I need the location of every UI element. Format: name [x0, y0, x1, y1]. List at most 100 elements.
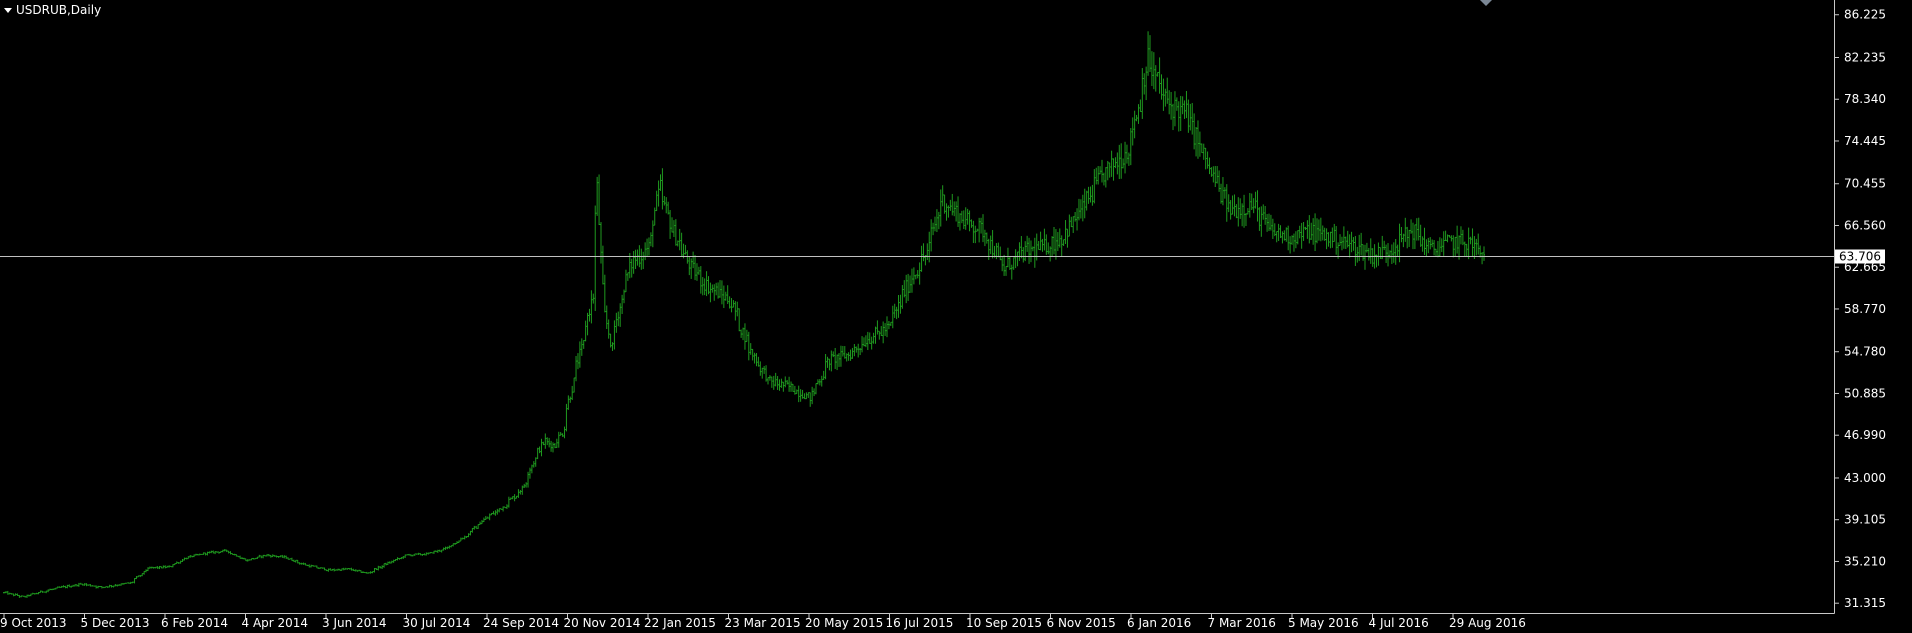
ohlc-bar [832, 351, 835, 358]
ohlc-bar [219, 550, 222, 553]
ohlc-bar [1152, 52, 1155, 90]
ohlc-bar [100, 586, 103, 589]
ohlc-bar [749, 343, 752, 355]
chart-title[interactable]: USDRUB,Daily [4, 2, 101, 18]
ohlc-bar [1379, 246, 1382, 259]
ohlc-bar [296, 559, 299, 564]
ohlc-bar [1141, 68, 1144, 119]
dropdown-arrow-icon[interactable] [4, 7, 12, 13]
ohlc-bar [43, 591, 46, 593]
ohlc-bar [1291, 235, 1294, 245]
ohlc-bar [713, 284, 716, 301]
ohlc-bar [392, 559, 395, 563]
ohlc-bar [6, 590, 9, 595]
ohlc-bar [711, 284, 714, 293]
ohlc-bar [590, 290, 593, 324]
ohlc-bar [763, 365, 766, 374]
ohlc-bar [1425, 239, 1428, 257]
ohlc-bar [10, 593, 13, 595]
ohlc-bar [459, 537, 462, 542]
ohlc-bar [217, 551, 220, 554]
ohlc-bar [1465, 243, 1468, 257]
time-tick-label: 20 Nov 2014 [564, 616, 641, 630]
ohlc-bar [1342, 226, 1345, 249]
ohlc-bar [298, 562, 301, 565]
ohlc-bar [1185, 90, 1188, 119]
ohlc-bar [649, 232, 652, 247]
ohlc-bar [279, 555, 282, 558]
ohlc-bar [830, 350, 833, 372]
ohlc-bar [104, 586, 107, 588]
ohlc-bar [886, 316, 889, 338]
ohlc-bar [502, 506, 505, 512]
ohlc-bar [1246, 208, 1249, 215]
ohlc-bar [841, 345, 844, 357]
ohlc-bar [110, 585, 113, 588]
ohlc-bar [997, 242, 1000, 258]
ohlc-bar [390, 560, 393, 564]
ohlc-bar [966, 208, 969, 225]
ohlc-bar [828, 358, 831, 371]
ohlc-bar [553, 442, 556, 449]
ohlc-bar [1317, 219, 1320, 241]
ohlc-bar [152, 566, 155, 569]
ohlc-bar [1258, 207, 1261, 231]
ohlc-bar [242, 557, 245, 560]
ohlc-bar [939, 189, 942, 227]
ohlc-bar [85, 583, 88, 587]
ohlc-bar [895, 306, 898, 320]
ohlc-bar [198, 553, 201, 556]
ohlc-bar [363, 571, 366, 574]
ohlc-bar [916, 270, 919, 279]
ohlc-bar [665, 197, 668, 214]
ohlc-bar [1483, 246, 1485, 261]
ohlc-bar [1210, 167, 1213, 177]
ohlc-bar [584, 320, 587, 342]
ohlc-bar [150, 566, 153, 569]
ohlc-bar [891, 305, 894, 329]
ohlc-bar [457, 540, 460, 543]
price-chart[interactable]: 86.22582.23578.34074.44570.45566.56062.6… [0, 0, 1912, 633]
ohlc-bar [824, 353, 827, 380]
ohlc-bar [1024, 241, 1027, 262]
ohlc-bar [108, 584, 111, 588]
ohlc-bar [1173, 91, 1176, 127]
ohlc-bar [1229, 200, 1232, 220]
ohlc-bar [235, 554, 238, 557]
ohlc-bar [601, 245, 604, 285]
chart-shift-marker-icon[interactable] [1480, 0, 1492, 6]
ohlc-bar [958, 213, 961, 231]
ohlc-bar [695, 263, 698, 281]
ohlc-bar [1271, 218, 1274, 239]
ohlc-bar [77, 582, 80, 587]
price-tick-label: 43.000 [1844, 471, 1886, 485]
ohlc-bar [239, 555, 242, 559]
ohlc-bar [509, 497, 512, 500]
ohlc-bar [56, 586, 59, 589]
ohlc-bar [1273, 223, 1276, 237]
ohlc-bar [24, 595, 27, 598]
ohlc-bar [1298, 225, 1301, 239]
ohlc-bar [1131, 117, 1134, 146]
ohlc-bar [241, 557, 244, 560]
ohlc-bar [889, 321, 892, 326]
ohlc-bar [413, 553, 416, 556]
ohlc-bar [527, 471, 530, 488]
time-tick-label: 9 Oct 2013 [0, 616, 67, 630]
ohlc-bar [1233, 194, 1236, 217]
ohlc-bar [657, 180, 660, 207]
ohlc-bar [724, 291, 727, 301]
ohlc-bar [91, 585, 94, 587]
ohlc-bar [498, 508, 501, 513]
ohlc-bar [1315, 218, 1318, 244]
ohlc-bar [1227, 194, 1230, 213]
ohlc-bar [521, 485, 524, 495]
ohlc-bar [1172, 103, 1175, 131]
ohlc-bar [1104, 167, 1107, 188]
ohlc-bar [386, 561, 389, 565]
ohlc-bar [839, 345, 842, 367]
ohlc-bar [1275, 231, 1278, 243]
ohlc-bar [943, 194, 946, 214]
ohlc-bar [838, 353, 841, 367]
ohlc-bar [1127, 152, 1130, 166]
